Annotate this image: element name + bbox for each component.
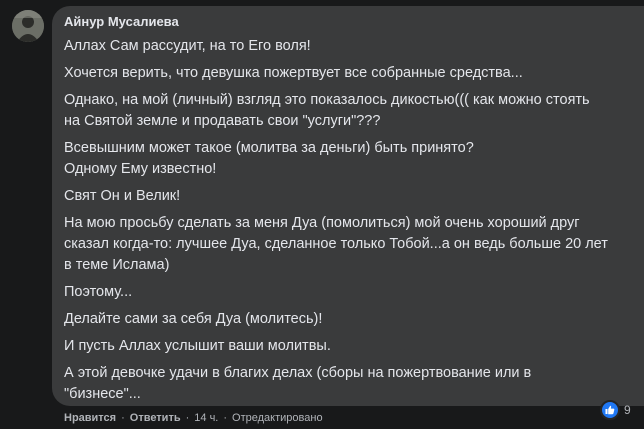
comment-author[interactable]: Айнур Мусалиева — [64, 14, 179, 30]
thumbs-up-icon — [600, 400, 620, 420]
avatar[interactable] — [12, 10, 44, 42]
comment-paragraph: Свят Он и Велик! — [64, 188, 181, 204]
reply-button[interactable]: Ответить — [130, 411, 181, 425]
comment-paragraph: А этой девочке удачи в благих делах (сбо… — [64, 365, 532, 402]
comment-bubble: Айнур Мусалиева Аллах Сам рассудит, на т… — [52, 6, 644, 406]
comment-paragraph: Делайте сами за себя Дуа (молитесь)! — [64, 311, 323, 327]
comment-paragraph: Аллах Сам рассудит, на то Его воля! — [64, 38, 311, 54]
comment-paragraph: Всевышним может такое (молитва за деньги… — [64, 140, 474, 177]
edited-label[interactable]: Отредактировано — [232, 411, 323, 425]
separator: · — [185, 412, 190, 424]
comment-paragraph: Однако, на мой (личный) взгляд это показ… — [64, 92, 590, 129]
comment-paragraph: Поэтому... — [64, 284, 133, 300]
comment-thread: Айнур Мусалиева Аллах Сам рассудит, на т… — [0, 0, 644, 429]
comment-paragraph: Хочется верить, что девушка пожертвует в… — [64, 65, 523, 81]
comment-body: Аллах Сам рассудит, на то Его воля! Хоче… — [64, 36, 624, 411]
like-button[interactable]: Нравится — [64, 411, 116, 425]
separator: · — [121, 412, 125, 424]
reaction-summary[interactable]: 9 — [600, 400, 631, 420]
timestamp[interactable]: 14 ч. — [194, 411, 218, 425]
comment-actions: Нравится · Ответить · 14 ч. · Отредактир… — [64, 411, 323, 425]
reaction-count: 9 — [624, 403, 631, 417]
comment-paragraph: На мою просьбу сделать за меня Дуа (помо… — [64, 215, 608, 273]
comment-paragraph: И пусть Аллах услышит ваши молитвы. — [64, 338, 331, 354]
separator: · — [223, 412, 228, 424]
